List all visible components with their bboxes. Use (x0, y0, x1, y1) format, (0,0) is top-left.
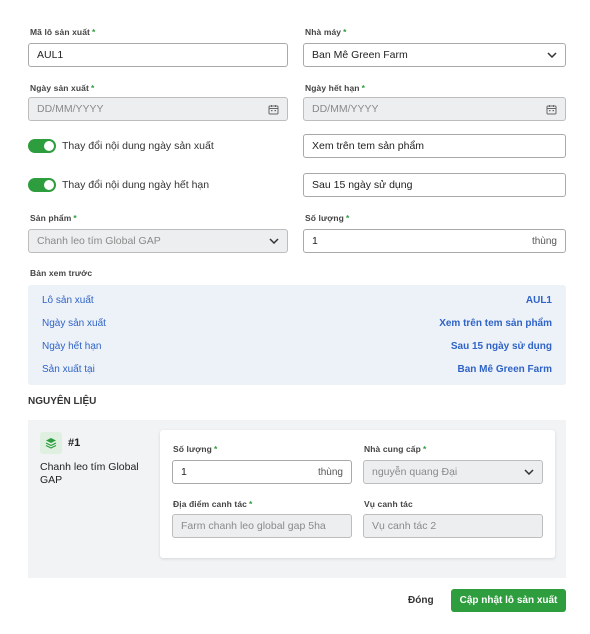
exp-date-input[interactable]: DD/MM/YYYY (303, 97, 566, 121)
batch-code-input[interactable]: AUL1 (28, 43, 288, 67)
material-index: #1 (68, 437, 81, 449)
material-item: #1 Chanh leo tím Global GAP Số lượng * 1 … (28, 420, 566, 578)
supplier-label: Nhà cung cấp * (364, 444, 427, 454)
toggle-mfg-date[interactable] (28, 139, 56, 153)
calendar-icon (268, 104, 279, 115)
preview-row: Ngày sản xuất Xem trên tem sản phẩm (42, 318, 552, 329)
location-input[interactable]: Farm chanh leo global gap 5ha (172, 514, 352, 538)
season-label: Vụ canh tác (364, 499, 413, 509)
batch-code-label: Mã lô sản xuất * (30, 27, 96, 37)
preview-row: Lô sản xuất AUL1 (42, 295, 552, 306)
chevron-down-icon (269, 236, 279, 246)
mfg-date-input[interactable]: DD/MM/YYYY (28, 97, 288, 121)
material-name: Chanh leo tím Global GAP (40, 461, 139, 486)
factory-select[interactable]: Ban Mê Green Farm (303, 43, 566, 67)
quantity-unit: thùng (531, 235, 557, 247)
mfg-date-label: Ngày sản xuất * (30, 83, 95, 93)
toggle-mfg-date-label: Thay đổi nội dung ngày sản xuất (62, 140, 214, 152)
update-batch-button[interactable]: Cập nhật lô sản xuất (451, 589, 566, 612)
layers-icon (40, 432, 62, 454)
material-quantity-unit: thùng (317, 466, 343, 478)
preview-row: Ngày hết hạn Sau 15 ngày sử dụng (42, 341, 552, 352)
location-label: Địa điểm canh tác * (173, 499, 253, 509)
exp-date-text-input[interactable]: Sau 15 ngày sử dụng (303, 173, 566, 197)
quantity-label: Số lượng * (305, 213, 350, 223)
quantity-input[interactable]: 1 thùng (303, 229, 566, 253)
product-label: Sản phẩm * (30, 213, 77, 223)
material-card: Số lượng * 1 thùng Nhà cung cấp * nguyễn q… (160, 430, 555, 558)
calendar-icon (546, 104, 557, 115)
exp-date-label: Ngày hết hạn * (305, 83, 365, 93)
preview-title: Bản xem trước (30, 268, 93, 278)
factory-label: Nhà máy * (305, 27, 347, 37)
toggle-exp-date-label: Thay đổi nội dung ngày hết hạn (62, 179, 210, 191)
preview-row: Sản xuất tại Ban Mê Green Farm (42, 364, 552, 375)
preview-panel: Lô sản xuất AUL1 Ngày sản xuất Xem trên te… (28, 285, 566, 385)
material-quantity-input[interactable]: 1 thùng (172, 460, 352, 484)
chevron-down-icon (547, 50, 557, 60)
toggle-exp-date[interactable] (28, 178, 56, 192)
season-input[interactable]: Vụ canh tác 2 (363, 514, 543, 538)
supplier-select[interactable]: nguyễn quang Đại (363, 460, 543, 484)
chevron-down-icon (524, 467, 534, 477)
material-quantity-label: Số lượng * (173, 444, 218, 454)
materials-title: NGUYÊN LIỆU (28, 396, 97, 407)
product-select[interactable]: Chanh leo tím Global GAP (28, 229, 288, 253)
close-button[interactable]: Đóng (408, 595, 434, 606)
mfg-date-text-input[interactable]: Xem trên tem sản phẩm (303, 134, 566, 158)
